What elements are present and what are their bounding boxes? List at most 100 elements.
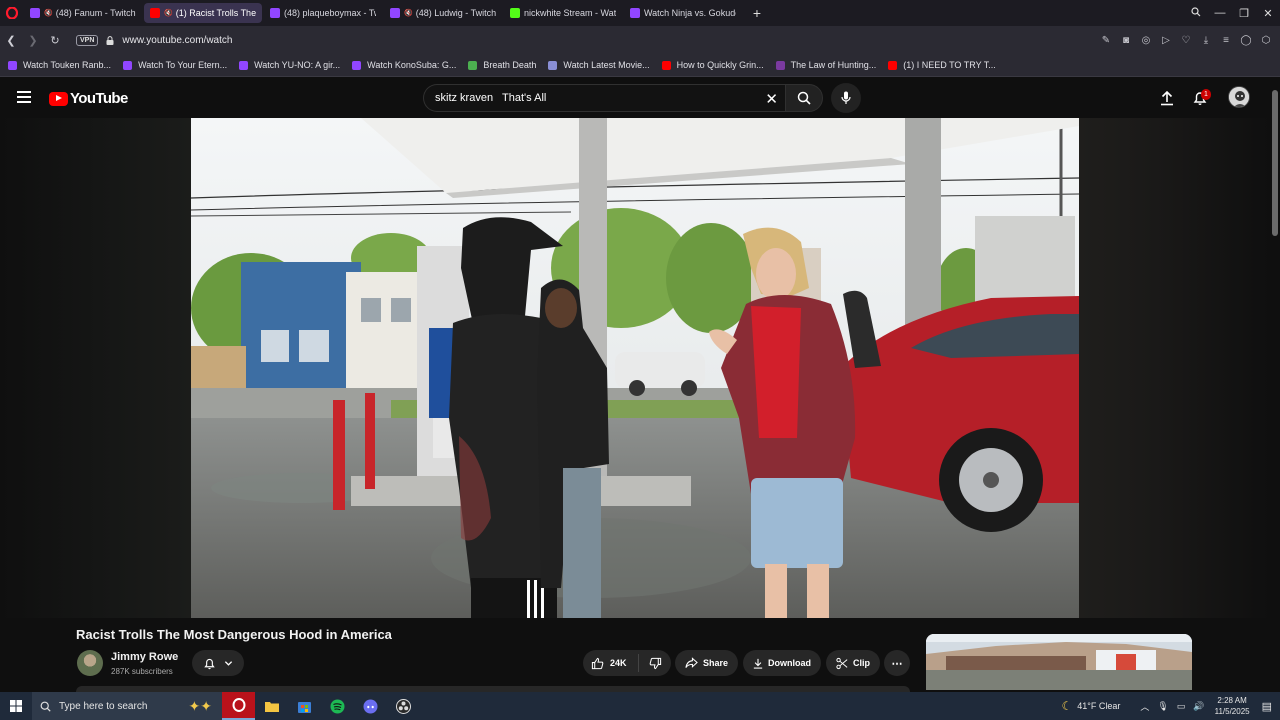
taskbar-discord-icon[interactable] bbox=[354, 692, 387, 720]
tray-network-icon[interactable]: ▭ bbox=[1177, 701, 1186, 712]
browser-tab[interactable]: (48) plaqueboymax - Twi bbox=[264, 3, 382, 23]
video-player[interactable] bbox=[191, 118, 1079, 618]
video-frame bbox=[191, 118, 1079, 618]
bookmark-item[interactable]: The Law of Hunting... bbox=[775, 60, 876, 70]
browser-tab-label: (48) Fanum - Twitch bbox=[55, 8, 136, 18]
search-input[interactable]: skitz kraven That's All ✕ bbox=[423, 84, 786, 112]
tray-overflow-chevron-icon[interactable]: ︿ bbox=[1140, 700, 1149, 713]
bookmark-label: How to Quickly Grin... bbox=[676, 60, 764, 70]
menu-icon[interactable] bbox=[17, 91, 31, 103]
taskbar-obs-icon[interactable] bbox=[387, 692, 420, 720]
taskbar-opera-gx-icon[interactable] bbox=[222, 692, 255, 720]
address-bar: ❮ ❯ ↻ VPN www.youtube.com/watch ✎ ◙ ◎ ▷ … bbox=[0, 26, 1280, 54]
scrollbar-thumb[interactable] bbox=[1272, 90, 1278, 236]
bookmark-label: Watch To Your Etern... bbox=[138, 60, 228, 70]
bookmark-favicon-icon bbox=[8, 60, 17, 70]
dislike-button[interactable] bbox=[639, 657, 671, 670]
profile-icon[interactable]: ◯ bbox=[1238, 35, 1254, 46]
new-tab-button[interactable]: + bbox=[748, 4, 766, 22]
download-button[interactable]: Download bbox=[743, 650, 821, 676]
taskbar-file-explorer-icon[interactable] bbox=[255, 692, 288, 720]
taskbar-search-box[interactable]: Type here to search ✦✦ bbox=[32, 692, 222, 720]
taskbar-spotify-icon[interactable] bbox=[321, 692, 354, 720]
extensions-icon[interactable]: ⬡ bbox=[1258, 35, 1274, 46]
browser-tab[interactable]: 🔇(1) Racist Trolls The M bbox=[144, 3, 262, 23]
video-title: Racist Trolls The Most Dangerous Hood in… bbox=[76, 627, 392, 642]
notification-badge: 1 bbox=[1201, 89, 1211, 100]
forward-button[interactable]: ❯ bbox=[22, 34, 44, 47]
edit-icon[interactable]: ✎ bbox=[1098, 35, 1114, 46]
browser-tab[interactable]: Watch Ninja vs. Gokudo o bbox=[624, 3, 742, 23]
browser-tab[interactable]: 🔇 (48) Ludwig - Twitch bbox=[384, 3, 502, 23]
recommended-video-thumbnail[interactable] bbox=[926, 634, 1192, 690]
chevron-down-icon bbox=[224, 660, 233, 666]
channel-name[interactable]: Jimmy Rowe bbox=[111, 651, 178, 663]
scissors-icon bbox=[836, 657, 848, 669]
ambient-glow-right bbox=[1079, 118, 1270, 618]
clip-button[interactable]: Clip bbox=[826, 650, 880, 676]
browser-tab-label: (1) Racist Trolls The M bbox=[175, 8, 256, 18]
url-field[interactable]: www.youtube.com/watch bbox=[122, 35, 232, 46]
bookmark-item[interactable]: Watch YU-NO: A gir... bbox=[239, 60, 340, 70]
bookmark-label: (1) I NEED TO TRY T... bbox=[903, 60, 996, 70]
weather-widget[interactable]: ☾ 41°F Clear bbox=[1062, 699, 1121, 713]
vpn-badge[interactable]: VPN bbox=[76, 34, 99, 46]
bookmark-item[interactable]: Watch KonoSuba: G... bbox=[352, 60, 456, 70]
search-highlight-icon: ✦✦ bbox=[188, 698, 212, 714]
channel-avatar[interactable] bbox=[77, 650, 103, 676]
windows-start-button[interactable] bbox=[0, 692, 32, 720]
create-upload-icon[interactable] bbox=[1159, 90, 1175, 106]
player-icon[interactable]: ▷ bbox=[1158, 35, 1174, 46]
browser-tab[interactable]: nickwhite Stream - Watch bbox=[504, 3, 622, 23]
tab-muted-icon[interactable]: 🔇 bbox=[164, 9, 173, 17]
minimize-button[interactable]: — bbox=[1208, 7, 1232, 19]
browser-tab[interactable]: 🔇 (48) Fanum - Twitch bbox=[24, 3, 142, 23]
youtube-logo[interactable]: YouTube bbox=[49, 90, 128, 107]
like-count: 24K bbox=[610, 658, 627, 668]
page-scrollbar[interactable] bbox=[1270, 78, 1280, 690]
tab-search-icon[interactable] bbox=[1184, 6, 1208, 20]
voice-search-button[interactable] bbox=[831, 83, 861, 113]
bookmark-label: Watch Touken Ranb... bbox=[23, 60, 112, 70]
bookmark-favicon-icon bbox=[352, 60, 362, 70]
heart-icon[interactable]: ♡ bbox=[1178, 35, 1194, 46]
taskbar-store-icon[interactable] bbox=[288, 692, 321, 720]
youtube-play-icon bbox=[49, 91, 68, 106]
taskbar-clock[interactable]: 2:28 AM 11/5/2025 bbox=[1215, 695, 1250, 717]
camera-icon[interactable]: ◙ bbox=[1118, 35, 1134, 46]
bookmark-item[interactable]: Watch Touken Ranb... bbox=[8, 60, 111, 70]
account-avatar[interactable] bbox=[1228, 86, 1250, 108]
notification-center-icon[interactable]: ▤ bbox=[1262, 700, 1272, 713]
search-icon bbox=[40, 701, 51, 712]
bookmark-item[interactable]: Breath Death bbox=[468, 60, 536, 70]
adblock-icon[interactable]: ◎ bbox=[1138, 35, 1154, 46]
clear-search-icon[interactable]: ✕ bbox=[765, 90, 778, 108]
easy-setup-icon[interactable]: ≡ bbox=[1218, 35, 1234, 46]
download-icon[interactable]: ⤓ bbox=[1198, 35, 1214, 46]
clock-date: 11/5/2025 bbox=[1214, 707, 1250, 716]
search-icon bbox=[797, 91, 811, 105]
lock-icon[interactable] bbox=[106, 35, 114, 45]
tray-microphone-icon[interactable]: 🎙 bbox=[1157, 701, 1168, 712]
share-button[interactable]: Share bbox=[675, 650, 738, 676]
close-window-button[interactable]: ✕ bbox=[1256, 7, 1280, 20]
bookmark-item[interactable]: Watch Latest Movie... bbox=[548, 60, 650, 70]
opera-logo-icon[interactable] bbox=[0, 0, 24, 26]
maximize-button[interactable]: ❐ bbox=[1232, 7, 1256, 20]
bookmark-item[interactable]: Watch To Your Etern... bbox=[123, 60, 227, 70]
bookmark-favicon-icon bbox=[661, 60, 671, 70]
tab-muted-icon[interactable]: 🔇 bbox=[404, 9, 413, 17]
download-label: Download bbox=[768, 658, 811, 668]
thumbs-up-icon bbox=[591, 657, 604, 669]
bookmark-label: Breath Death bbox=[483, 60, 537, 70]
back-button[interactable]: ❮ bbox=[0, 34, 22, 47]
like-button[interactable]: 24K bbox=[583, 654, 639, 672]
search-button[interactable] bbox=[785, 84, 823, 112]
tray-volume-icon[interactable]: 🔊 bbox=[1193, 701, 1204, 712]
subscription-notifications-button[interactable] bbox=[192, 650, 244, 676]
tab-muted-icon[interactable]: 🔇 bbox=[44, 9, 53, 17]
bookmark-item[interactable]: (1) I NEED TO TRY T... bbox=[888, 60, 996, 70]
reload-button[interactable]: ↻ bbox=[44, 34, 66, 47]
more-actions-button[interactable]: ⋯ bbox=[884, 650, 910, 676]
bookmark-item[interactable]: How to Quickly Grin... bbox=[661, 60, 764, 70]
